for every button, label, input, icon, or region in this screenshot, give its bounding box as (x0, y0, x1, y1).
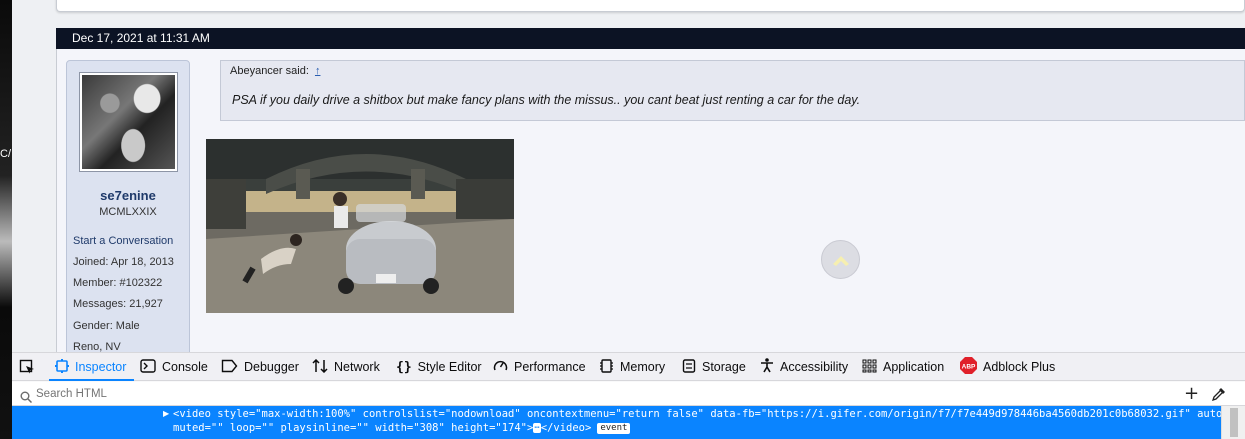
vertical-scrollbar[interactable] (1221, 406, 1245, 439)
tab-performance[interactable]: Performance (493, 353, 586, 381)
tab-label: Style Editor (417, 360, 482, 374)
eyedropper-icon[interactable] (1211, 386, 1226, 405)
storage-icon (682, 358, 696, 376)
user-member-number: Member: #102322 (73, 277, 163, 289)
tab-application[interactable]: Application (862, 353, 944, 381)
tab-label: Inspector (75, 360, 127, 374)
tab-network[interactable]: Network (312, 353, 380, 381)
markup-closing-tag: </video> (540, 422, 592, 434)
post-header (56, 28, 1245, 49)
tab-label: Memory (620, 360, 666, 374)
markup-line-2-text: muted="" loop="" playsinline="" width="3… (173, 422, 534, 434)
avatar[interactable] (79, 72, 178, 172)
application-icon (862, 359, 877, 376)
tab-style-editor[interactable]: {} Style Editor (396, 353, 482, 381)
markup-line-2: muted="" loop="" playsinline="" width="3… (173, 422, 631, 434)
tab-label: Accessibility (780, 360, 849, 374)
abp-icon: ABP (960, 357, 977, 377)
start-conversation-link[interactable]: Start a Conversation (73, 235, 173, 247)
background-window-strip: C/ (0, 0, 12, 439)
tab-label: Console (162, 360, 208, 374)
scroll-to-top-button[interactable] (821, 240, 860, 279)
svg-text:ABP: ABP (962, 364, 976, 371)
tab-inspector[interactable]: Inspector (48, 353, 135, 381)
inspector-icon (55, 358, 69, 376)
tab-adblock-plus[interactable]: ABP Adblock Plus (960, 353, 1055, 381)
post-date[interactable]: Dec 17, 2021 at 11:31 AM (72, 31, 210, 45)
add-node-icon[interactable]: + (1184, 385, 1199, 403)
tab-label: Debugger (244, 360, 299, 374)
quote-jump-link[interactable]: ↑ (315, 65, 321, 77)
embedded-video[interactable] (206, 139, 514, 313)
tab-label: Storage (702, 360, 746, 374)
quote-block (220, 60, 1245, 121)
user-gender: Gender: Male (73, 320, 140, 332)
console-icon (140, 358, 156, 376)
quote-author: Abeyancer said: (230, 65, 309, 77)
tab-accessibility[interactable]: Accessibility (760, 353, 848, 381)
network-icon (312, 358, 328, 376)
previous-post-bottom (56, 0, 1245, 12)
collapsed-children-button[interactable]: ⋯ (533, 423, 541, 433)
tab-debugger[interactable]: Debugger (221, 353, 299, 381)
quote-header: Abeyancer said: ↑ (230, 65, 320, 77)
style-editor-icon: {} (396, 359, 412, 375)
performance-icon (493, 359, 508, 376)
tab-storage[interactable]: Storage (682, 353, 746, 381)
accessibility-icon (760, 358, 774, 376)
chevron-up-icon (833, 256, 849, 266)
tab-label: Network (334, 360, 380, 374)
user-message-count: Messages: 21,927 (73, 298, 163, 310)
element-picker-icon[interactable] (19, 359, 35, 379)
debugger-icon (221, 359, 238, 376)
username[interactable]: se7enine (66, 188, 190, 203)
quote-text: PSA if you daily drive a shitbox but mak… (232, 93, 861, 107)
event-badge[interactable]: event (597, 423, 631, 434)
tab-memory[interactable]: Memory (599, 353, 665, 381)
memory-icon (599, 358, 614, 376)
tab-label: Adblock Plus (983, 360, 1056, 374)
search-html-input[interactable] (36, 386, 436, 402)
markup-line-1: <video style="max-width:100%" controlsli… (173, 408, 1245, 420)
tab-label: Performance (514, 360, 586, 374)
tab-label: Application (883, 360, 945, 374)
tab-console[interactable]: Console (140, 353, 208, 381)
background-window-text: C/ (0, 148, 11, 160)
user-title: MCMLXXIX (99, 206, 157, 218)
search-icon (20, 388, 33, 407)
user-joined: Joined: Apr 18, 2013 (73, 256, 174, 268)
expand-triangle-icon[interactable]: ▶ (163, 409, 169, 418)
